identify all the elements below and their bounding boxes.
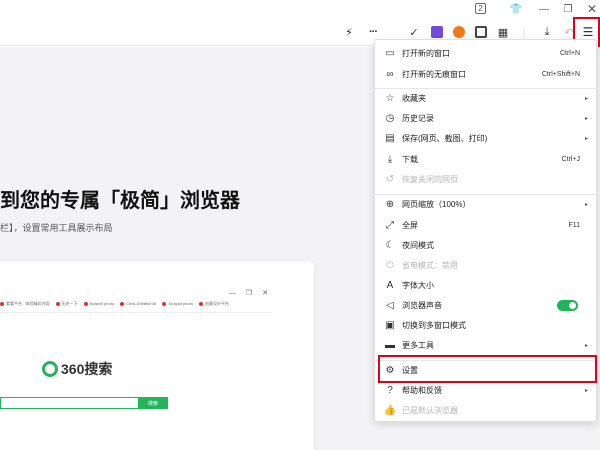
- extension-purple-icon[interactable]: [429, 24, 445, 40]
- preview-bookmarks: 看看平台 - 体验精彩内容 历史一下 Snapkit photo Chris D…: [0, 301, 272, 307]
- menu-item-shortcut: Ctrl+N: [559, 49, 580, 57]
- preview-bookmark: Snapkit photo: [84, 301, 114, 307]
- menu-item-power-save: ⏻ 省电模式：禁用: [375, 254, 598, 276]
- menu-item-label: 已是默认浏览器: [402, 405, 458, 415]
- menu-item-shortcut: Ctrl+J: [561, 155, 580, 163]
- download-icon: ⤓: [387, 153, 393, 165]
- maximize-button[interactable]: ❐: [560, 2, 576, 16]
- preview-bookmark: 历史一下: [56, 301, 78, 307]
- sound-toggle[interactable]: [557, 299, 578, 311]
- menu-item-zoom[interactable]: ⊕ 网页缩放（100%） ▸: [375, 193, 598, 215]
- restore-closed-icon: ↺: [385, 173, 395, 185]
- menu-item-new-window[interactable]: ▭ 打开新的窗口 Ctrl+N: [375, 42, 598, 64]
- submenu-arrow-icon: ▸: [584, 115, 588, 122]
- menu-item-label: 字体大小: [402, 280, 434, 290]
- menu-item-label: 收藏夹: [402, 93, 426, 103]
- default-browser-icon: 👍: [383, 404, 397, 416]
- menu-item-label: 打开新的无痕窗口: [402, 69, 466, 79]
- menu-item-night-mode[interactable]: ☾ 夜间模式: [375, 234, 598, 256]
- sound-icon: ◁: [386, 299, 394, 311]
- menu-item-favorites[interactable]: ☆ 收藏夹 ▸: [375, 87, 598, 109]
- preview-card: — ❐ ✕ 看看平台 - 体验精彩内容 历史一下 Snapkit photo C…: [0, 261, 314, 450]
- lightning-icon[interactable]: ⚡: [341, 24, 357, 40]
- title-bar: 2 👕 — ❐ ✕: [0, 0, 600, 18]
- hero-title: 到您的专属「极简」浏览器: [0, 190, 240, 212]
- menu-item-label: 历史记录: [402, 113, 434, 123]
- preview-bookmark: Chris Dribbble Br: [120, 301, 156, 307]
- separator-icon: |: [522, 26, 526, 38]
- search-logo-icon: [42, 361, 58, 377]
- address-bar[interactable]: [0, 21, 340, 43]
- submenu-arrow-icon: ▸: [584, 135, 588, 142]
- skin-icon[interactable]: 👕: [508, 2, 524, 16]
- menu-item-multi-window[interactable]: ▣ 切换到多窗口模式: [375, 314, 598, 336]
- help-icon: ?: [387, 384, 393, 396]
- extension-window-icon[interactable]: [473, 24, 489, 40]
- menu-item-shortcut: Ctrl+Shift+N: [541, 70, 580, 78]
- night-mode-icon: ☾: [385, 239, 395, 251]
- fullscreen-icon: ⤢: [386, 219, 394, 231]
- menu-item-label: 省电模式：禁用: [402, 260, 458, 270]
- more-tools-icon: ▬: [385, 339, 395, 351]
- zoom-icon: ⊕: [385, 198, 395, 210]
- submenu-arrow-icon: ▸: [584, 387, 588, 394]
- menu-item-label: 恢复关闭的网页: [402, 174, 458, 184]
- extension-orange-icon[interactable]: [451, 24, 467, 40]
- preview-logo-text: 360搜索: [61, 361, 113, 377]
- tab-count-badge[interactable]: 2: [475, 3, 486, 14]
- font-size-icon: A: [386, 279, 394, 291]
- chevron-down-icon[interactable]: ✓: [406, 24, 422, 40]
- menu-item-default-browser: 👍 已是默认浏览器: [375, 399, 598, 421]
- preview-bookmark: Snapkit photo: [162, 301, 192, 307]
- hero-subtitle: 栏】，设置常用工具展示布局: [0, 223, 113, 233]
- menu-item-label: 浏览器声音: [402, 300, 442, 310]
- submenu-arrow-icon: ▸: [584, 95, 588, 102]
- preview-logo: 360搜索: [42, 359, 112, 379]
- menu-item-label: 更多工具: [402, 340, 434, 350]
- menu-item-label: 打开新的窗口: [402, 48, 450, 58]
- preview-window-controls: — ❐ ✕: [228, 290, 272, 297]
- favorites-icon: ☆: [385, 92, 395, 104]
- more-icon[interactable]: ···: [365, 24, 381, 40]
- preview-bookmark: 看看平台 - 体验精彩内容: [0, 301, 50, 307]
- menu-item-font-size[interactable]: A 字体大小: [375, 274, 598, 296]
- close-button[interactable]: ✕: [584, 2, 600, 16]
- menu-item-label: 切换到多窗口模式: [402, 320, 466, 330]
- menu-item-more-tools[interactable]: ▬ 更多工具 ▸: [375, 334, 598, 356]
- settings-highlight: [378, 355, 597, 383]
- menu-item-restore-closed: ↺ 恢复关闭的网页: [375, 168, 598, 190]
- menu-item-label: 全屏: [402, 220, 418, 230]
- menu-item-shortcut: F11: [568, 221, 580, 229]
- preview-search-button: 搜索: [138, 397, 168, 409]
- preview-bookmark: 创意设计平台: [199, 301, 229, 307]
- new-window-icon: ▭: [385, 47, 395, 59]
- preview-browser-bar: — ❐ ✕ 看看平台 - 体验精彩内容 历史一下 Snapkit photo C…: [0, 287, 272, 313]
- menu-item-label: 网页缩放（100%）: [402, 199, 471, 209]
- menu-item-sound[interactable]: ◁ 浏览器声音: [375, 294, 598, 316]
- preview-search-input: [0, 397, 138, 409]
- menu-item-history[interactable]: ◷ 历史记录 ▸: [375, 107, 598, 129]
- apps-grid-icon[interactable]: ▦: [495, 24, 511, 40]
- submenu-arrow-icon: ▸: [584, 201, 588, 208]
- menu-item-label: 保存(网页、截图、打印): [402, 133, 488, 143]
- incognito-icon: ∞: [386, 68, 394, 80]
- download-icon[interactable]: ⤓: [539, 24, 555, 40]
- menu-item-label: 帮助和反馈: [402, 385, 442, 395]
- multi-window-icon: ▣: [385, 319, 395, 331]
- power-save-icon: ⏻: [386, 259, 394, 271]
- minimize-button[interactable]: —: [536, 2, 552, 16]
- menu-item-label: 夜间模式: [402, 240, 434, 250]
- menu-item-incognito[interactable]: ∞ 打开新的无痕窗口 Ctrl+Shift+N: [375, 63, 598, 85]
- save-icon: ▤: [385, 132, 395, 144]
- menu-item-save[interactable]: ▤ 保存(网页、截图、打印) ▸: [375, 127, 598, 149]
- history-icon: ◷: [385, 112, 395, 124]
- menu-item-fullscreen[interactable]: ⤢ 全屏 F11: [375, 214, 598, 236]
- submenu-arrow-icon: ▸: [584, 342, 588, 349]
- menu-item-download[interactable]: ⤓ 下载 Ctrl+J: [375, 148, 598, 170]
- menu-item-label: 下载: [402, 154, 418, 164]
